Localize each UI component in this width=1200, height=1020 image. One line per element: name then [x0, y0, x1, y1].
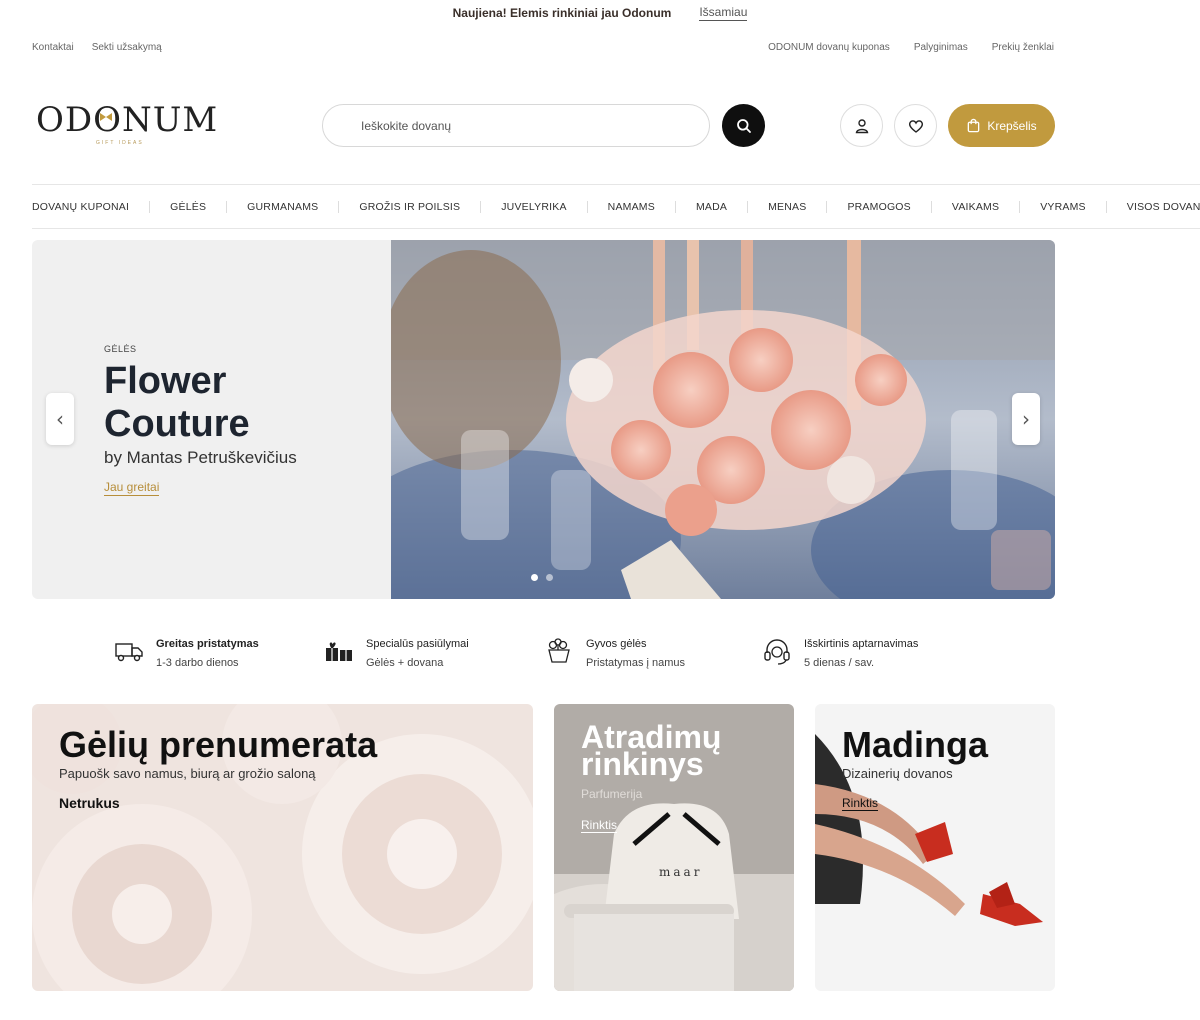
user-icon — [855, 118, 868, 133]
nav-beauty[interactable]: GROŽIS IR POILSIS — [338, 200, 480, 213]
fashion-subtitle: Dizainerių dovanos — [842, 766, 953, 781]
search-bar — [322, 104, 710, 147]
logo[interactable]: ODONUM GIFT IDEAS — [36, 100, 219, 152]
category-nav: DOVANŲ KUPONAI GĖLĖS GURMANAMS GROŽIS IR… — [32, 184, 1200, 229]
account-button[interactable] — [840, 104, 883, 147]
shopping-bag-icon — [968, 118, 980, 133]
bow-icon — [100, 113, 112, 121]
promo-card-discovery[interactable]: maar Atradimų rinkinys Parfumerija Rinkt… — [554, 704, 794, 991]
hero-title: Flower Couture — [104, 360, 250, 445]
util-link-compare[interactable]: Palyginimas — [914, 42, 968, 53]
discovery-title-line2: rinkinys — [581, 746, 704, 782]
hero-next-button[interactable]: › — [1012, 393, 1040, 445]
discovery-cta-link[interactable]: Rinktis — [581, 818, 618, 833]
slider-dots — [531, 574, 553, 581]
cart-button[interactable]: Krepšelis — [948, 104, 1055, 147]
logo-tagline: GIFT IDEAS — [96, 140, 144, 146]
heart-icon — [908, 119, 923, 133]
nav-flowers[interactable]: GĖLĖS — [149, 200, 226, 213]
nav-gift-cards[interactable]: DOVANŲ KUPONAI — [32, 201, 149, 213]
slider-dot-1[interactable] — [531, 574, 538, 581]
truck-icon — [115, 643, 143, 662]
search-input[interactable] — [361, 118, 661, 133]
feature-offers-title: Specialūs pasiūlymai — [366, 638, 469, 650]
hero-slider: GĖLĖS Flower Couture by Mantas Petruškev… — [32, 240, 1055, 599]
nav-art[interactable]: MENAS — [747, 200, 826, 213]
util-link-contacts[interactable]: Kontaktai — [32, 42, 74, 53]
promo-card-subscription[interactable]: Gėlių prenumerata Papuošk savo namus, bi… — [32, 704, 533, 991]
flower-delivery-icon — [548, 638, 570, 663]
util-link-brands[interactable]: Prekių ženklai — [992, 42, 1054, 53]
util-link-track-order[interactable]: Sekti užsakymą — [92, 42, 162, 53]
gift-icon — [326, 642, 352, 661]
subscription-subtitle: Papuošk savo namus, biurą ar grožio salo… — [59, 766, 316, 781]
subscription-title: Gėlių prenumerata — [59, 724, 378, 765]
feature-service: Išskirtinis aptarnavimas 5 dienas / sav. — [762, 638, 982, 669]
feature-delivery-desc: 1-3 darbo dienos — [156, 657, 239, 669]
feature-flowers: Gyvos gėlės Pristatymas į namus — [544, 638, 762, 669]
cart-label: Krepšelis — [987, 118, 1037, 133]
nav-jewelry[interactable]: JUVELYRIKA — [480, 200, 586, 213]
feature-delivery-title: Greitas pristatymas — [156, 638, 259, 650]
nav-entertainment[interactable]: PRAMOGOS — [826, 200, 930, 213]
features-row: Greitas pristatymas 1-3 darbo dienos Spe… — [114, 638, 982, 669]
promo-card-fashion[interactable]: Madinga Dizainerių dovanos Rinktis — [815, 704, 1055, 991]
nav-men[interactable]: VYRAMS — [1019, 200, 1106, 213]
feature-flowers-desc: Pristatymas į namus — [586, 657, 686, 669]
discovery-subtitle: Parfumerija — [581, 787, 643, 801]
feature-service-desc: 5 dienas / sav. — [804, 657, 875, 669]
feature-service-title: Išskirtinis aptarnavimas — [804, 638, 919, 650]
subscription-cta: Netrukus — [59, 795, 120, 811]
nav-all-gifts[interactable]: VISOS DOVANOS — [1105, 200, 1200, 213]
wishlist-button[interactable] — [894, 104, 937, 147]
headset-icon — [764, 639, 790, 665]
fashion-cta-link[interactable]: Rinktis — [842, 796, 879, 811]
discovery-product-text: maar — [659, 865, 702, 879]
hero-category: GĖLĖS — [104, 344, 137, 354]
discovery-title: Atradimų rinkinys — [581, 721, 721, 782]
logo-wordmark: ODONUM — [36, 100, 219, 140]
feature-delivery: Greitas pristatymas 1-3 darbo dienos — [114, 638, 324, 669]
announcement-bar: Naujiena! Elemis rinkiniai jau Odonum Iš… — [0, 0, 1200, 26]
search-button[interactable] — [722, 104, 765, 147]
nav-fashion[interactable]: MADA — [674, 200, 747, 213]
announcement-message: Naujiena! Elemis rinkiniai jau Odonum — [452, 6, 672, 20]
nav-kids[interactable]: VAIKAMS — [930, 200, 1019, 213]
hero-subtitle: by Mantas Petruškevičius — [104, 448, 297, 467]
feature-offers: Specialūs pasiūlymai Gėlės + dovana — [324, 638, 544, 669]
utility-links: Kontaktai Sekti užsakymą ODONUM dovanų k… — [32, 42, 1054, 53]
nav-gourmet[interactable]: GURMANAMS — [226, 200, 338, 213]
nav-home[interactable]: NAMAMS — [586, 200, 675, 213]
feature-flowers-title: Gyvos gėlės — [586, 638, 647, 650]
hero-text: GĖLĖS Flower Couture by Mantas Petruškev… — [104, 344, 344, 496]
slider-dot-2[interactable] — [546, 574, 553, 581]
search-icon — [736, 118, 751, 133]
hero-cta-link[interactable]: Jau greitai — [104, 480, 160, 496]
announcement-link[interactable]: Išsamiau — [699, 5, 748, 21]
feature-offers-desc: Gėlės + dovana — [366, 657, 444, 669]
hero-prev-button[interactable]: ‹ — [46, 393, 74, 445]
hero-image — [391, 240, 1055, 599]
fashion-title: Madinga — [842, 724, 989, 765]
util-link-gift-card[interactable]: ODONUM dovanų kuponas — [768, 42, 890, 53]
